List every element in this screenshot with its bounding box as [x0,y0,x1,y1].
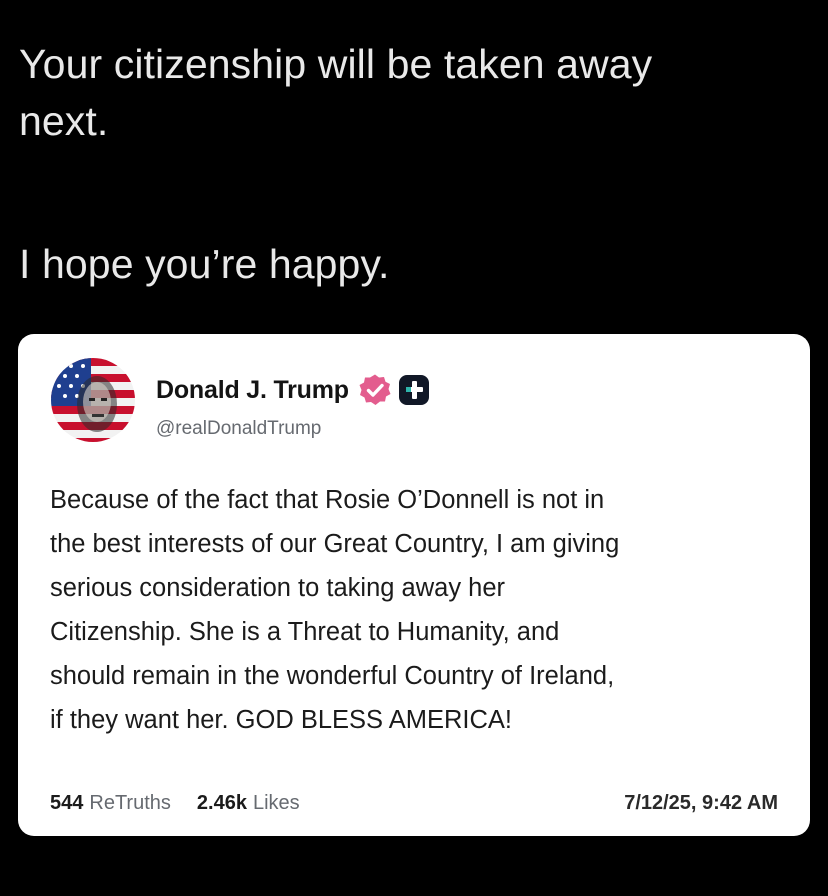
post-text: Your citizenship will be taken away next… [19,36,809,293]
retruths-count: 544 [50,792,84,814]
post-text-line: next. [19,98,109,144]
card-footer: 544 ReTruths 2.46k Likes 7/12/25, 9:42 A… [50,792,778,815]
body-line: the best interests of our Great Country,… [50,530,620,558]
display-name[interactable]: Donald J. Trump [156,376,349,405]
timestamp: 7/12/25, 9:42 AM [624,792,778,814]
handle[interactable]: @realDonaldTrump [156,418,321,440]
quoted-truth-card[interactable]: Donald J. Trump @realDonaldTrump Because… [18,334,810,836]
verified-badge-icon [358,373,392,407]
body-line: should remain in the wonderful Country o… [50,662,615,690]
truth-body: Because of the fact that Rosie O’Donnell… [50,478,790,742]
name-row: Donald J. Trump [156,370,430,410]
avatar-image [51,358,135,442]
body-line: serious consideration to taking away her [50,574,506,602]
likes-stat[interactable]: 2.46k Likes [197,792,300,815]
body-line: Because of the fact that Rosie O’Donnell… [50,486,605,514]
retruths-stat[interactable]: 544 ReTruths [50,792,171,815]
post-text-line: I hope you’re happy. [19,241,390,287]
likes-label: Likes [252,792,300,814]
body-line: Citizenship. She is a Threat to Humanity… [50,618,560,646]
retruths-label: ReTruths [89,792,171,814]
likes-count: 2.46k [196,792,247,814]
truth-social-plus-icon [398,374,430,406]
post-text-line: Your citizenship will be taken away [19,41,653,87]
avatar[interactable] [51,358,135,442]
body-line: if they want her. GOD BLESS AMERICA! [50,706,513,734]
